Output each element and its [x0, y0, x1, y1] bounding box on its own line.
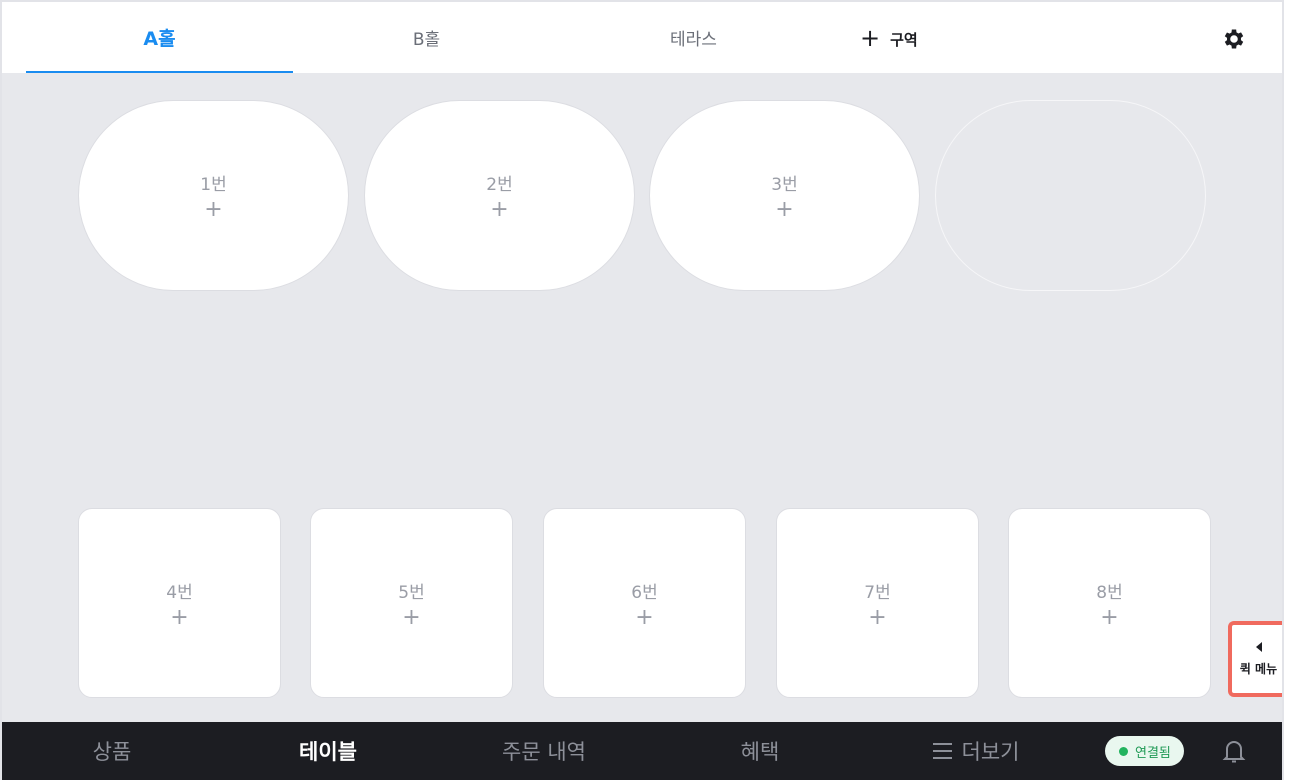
table-name: 1번 — [200, 175, 227, 195]
quick-menu-button[interactable]: 퀵 메뉴 — [1228, 621, 1282, 697]
add-order-icon: + — [775, 197, 794, 222]
add-order-icon: + — [490, 197, 509, 222]
empty-table-slot — [935, 100, 1206, 291]
bell-icon[interactable] — [1222, 738, 1246, 764]
table-name: 5번 — [398, 582, 425, 603]
add-order-icon: + — [402, 604, 421, 630]
nav-tables[interactable]: 테이블 — [268, 722, 388, 780]
status-dot — [1119, 746, 1128, 756]
nav-more[interactable]: 더보기 — [920, 722, 1032, 780]
add-zone-label: 구역 — [890, 30, 918, 49]
status-label: 연결됨 — [1135, 745, 1171, 761]
quick-menu-label: 퀵 메뉴 — [1239, 661, 1278, 676]
tab-label: 테라스 — [670, 30, 717, 50]
table-card[interactable]: 6번 + — [543, 508, 746, 698]
nav-label: 혜택 — [740, 740, 780, 764]
menu-icon — [932, 743, 952, 759]
add-zone-button[interactable]: + 구역 — [860, 26, 918, 52]
table-name: 7번 — [864, 582, 891, 603]
nav-label: 주문 내역 — [502, 740, 586, 764]
tab-terrace[interactable]: 테라스 — [560, 2, 827, 73]
table-card[interactable]: 3번 + — [649, 100, 920, 291]
nav-benefits[interactable]: 혜택 — [708, 722, 812, 780]
chevron-left-icon — [1255, 641, 1262, 652]
add-order-icon: + — [170, 604, 189, 630]
table-card[interactable]: 4번 + — [78, 508, 281, 698]
table-card[interactable]: 8번 + — [1008, 508, 1211, 698]
tab-label: A홀 — [143, 28, 176, 50]
nav-label: 상품 — [92, 740, 132, 764]
gear-icon[interactable] — [1221, 26, 1247, 52]
table-card[interactable]: 2번 + — [364, 100, 635, 291]
table-card[interactable]: 5번 + — [310, 508, 513, 698]
add-order-icon: + — [1100, 604, 1119, 630]
nav-label: 테이블 — [299, 740, 357, 764]
nav-label: 더보기 — [961, 740, 1020, 764]
table-card[interactable]: 1번 + — [78, 100, 349, 291]
tab-b-hall[interactable]: B홀 — [293, 2, 560, 73]
plus-icon: + — [860, 23, 881, 52]
add-order-icon: + — [868, 604, 887, 630]
bottom-nav-bar: 상품 테이블 주문 내역 혜택 더보기 연결됨 — [2, 722, 1282, 780]
tab-label: B홀 — [412, 30, 441, 50]
add-order-icon: + — [635, 604, 654, 630]
add-order-icon: + — [204, 197, 223, 222]
table-name: 6번 — [631, 582, 658, 603]
table-name: 4번 — [166, 582, 193, 603]
tab-a-hall[interactable]: A홀 — [26, 2, 293, 73]
app-frame: A홀 B홀 테라스 + 구역 1번 + 2번 + 3번 + 4번 + 5번 + — [0, 0, 1284, 780]
table-name: 3번 — [771, 175, 798, 195]
table-card[interactable]: 7번 + — [776, 508, 979, 698]
nav-order-history[interactable]: 주문 내역 — [484, 722, 604, 780]
zone-tab-bar: A홀 B홀 테라스 + 구역 — [2, 2, 1282, 73]
nav-products[interactable]: 상품 — [60, 722, 164, 780]
connection-status-badge: 연결됨 — [1105, 736, 1184, 766]
table-name: 2번 — [486, 175, 513, 195]
table-name: 8번 — [1096, 582, 1123, 603]
